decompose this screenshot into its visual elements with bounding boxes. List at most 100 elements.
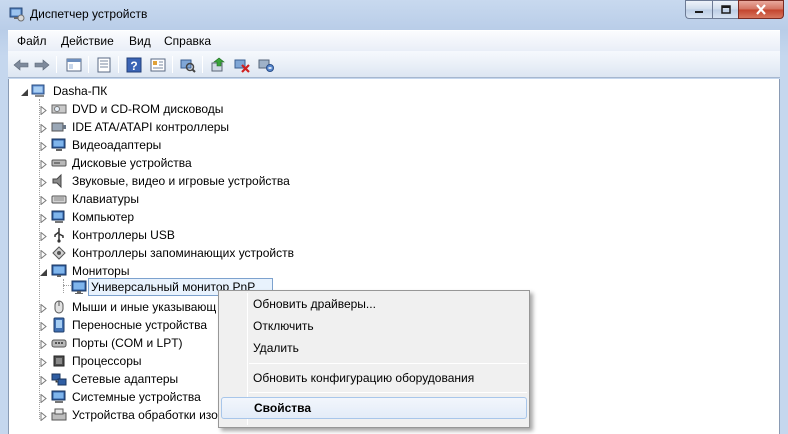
- scan-hardware-icon[interactable]: [178, 55, 197, 74]
- console-tree-icon[interactable]: [64, 55, 83, 74]
- ide-controller-icon: [51, 119, 67, 135]
- toolbar-separator: [56, 56, 57, 73]
- expand-arrow-icon[interactable]: [39, 158, 48, 170]
- tree-category-row[interactable]: DVD и CD-ROM дисководы: [9, 100, 309, 118]
- imaging-device-icon: [51, 407, 67, 423]
- tree-category-label: DVD и CD-ROM дисководы: [72, 102, 224, 116]
- tree-category-label: Сетевые адаптеры: [72, 372, 179, 386]
- tree-category-label: IDE ATA/ATAPI контроллеры: [72, 120, 230, 134]
- menu-bar: Файл Действие Вид Справка: [8, 30, 780, 51]
- computer-icon: [51, 209, 67, 225]
- expand-arrow-icon[interactable]: [39, 104, 48, 116]
- tree-category-row[interactable]: Контроллеры запоминающих устройств: [9, 244, 309, 262]
- speaker-icon: [51, 173, 67, 189]
- usb-icon: [51, 227, 67, 243]
- port-icon: [51, 335, 67, 351]
- system-device-icon: [51, 389, 67, 405]
- menu-item-label: Обновить конфигурацию оборудования: [253, 371, 475, 385]
- caption-buttons: [685, 0, 784, 19]
- tree-category-label: Компьютер: [72, 210, 135, 224]
- menu-item-label: Удалить: [253, 341, 299, 355]
- tree-category-label: Видеоадаптеры: [72, 138, 162, 152]
- properties-icon[interactable]: [94, 55, 113, 74]
- tree-category-label: Мониторы: [72, 264, 130, 278]
- back-arrow-icon[interactable]: [11, 55, 30, 74]
- tree-category-label: Порты (COM и LPT): [72, 336, 183, 350]
- menu-file[interactable]: Файл: [17, 34, 47, 48]
- device-manager-icon: [9, 6, 25, 22]
- tree-category-label: Мыши и иные указывающ: [72, 300, 217, 314]
- expand-arrow-icon[interactable]: [39, 320, 48, 332]
- menu-action[interactable]: Действие: [61, 34, 114, 48]
- svg-text:?: ?: [130, 59, 137, 73]
- menu-help[interactable]: Справка: [164, 34, 211, 48]
- menu-item-update-drivers[interactable]: Обновить драйверы...: [221, 293, 527, 315]
- menu-separator: [249, 363, 527, 364]
- expand-arrow-icon[interactable]: [39, 140, 48, 152]
- tree-category-row[interactable]: Компьютер: [9, 208, 309, 226]
- tree-category-label: Контроллеры запоминающих устройств: [72, 246, 294, 260]
- disk-drive-icon: [51, 155, 67, 171]
- monitor-icon: [51, 263, 67, 279]
- menu-item-label: Обновить драйверы...: [253, 297, 376, 311]
- menu-item-properties[interactable]: Свойства: [221, 397, 527, 419]
- expand-arrow-icon[interactable]: [39, 212, 48, 224]
- tree-category-row[interactable]: Контроллеры USB: [9, 226, 309, 244]
- close-button[interactable]: [738, 0, 784, 19]
- tree-category-row[interactable]: Дисковые устройства: [9, 154, 309, 172]
- menu-item-uninstall[interactable]: Удалить: [221, 337, 527, 359]
- menu-item-label: Отключить: [253, 319, 314, 333]
- tree-category-label: Устройства обработки изо: [72, 408, 218, 422]
- mouse-icon: [51, 299, 67, 315]
- expand-arrow-icon[interactable]: [39, 374, 48, 386]
- tree-category-label: Процессоры: [72, 354, 142, 368]
- computer-icon: [31, 83, 47, 99]
- tree-root-label: Dasha-ПК: [53, 84, 108, 98]
- minimize-button[interactable]: [685, 0, 712, 19]
- menu-view[interactable]: Вид: [129, 34, 151, 48]
- tree-category-row[interactable]: Звуковые, видео и игровые устройства: [9, 172, 309, 190]
- window-title: Диспетчер устройств: [30, 7, 148, 21]
- expand-arrow-icon[interactable]: [39, 248, 48, 260]
- expand-arrow-icon[interactable]: [39, 230, 48, 242]
- tree-root[interactable]: Dasha-ПК: [9, 82, 309, 100]
- expand-arrow-icon[interactable]: [39, 194, 48, 206]
- expand-arrow-icon[interactable]: [39, 410, 48, 422]
- tree-category-row[interactable]: Видеоадаптеры: [9, 136, 309, 154]
- expand-arrow-icon[interactable]: [39, 338, 48, 350]
- toolbar-separator: [118, 56, 119, 73]
- menu-item-label: Свойства: [254, 401, 312, 415]
- maximize-button[interactable]: [712, 0, 738, 19]
- menu-item-scan-hardware[interactable]: Обновить конфигурацию оборудования: [221, 367, 527, 389]
- display-adapter-icon: [51, 137, 67, 153]
- help-icon[interactable]: ?: [124, 55, 143, 74]
- forward-arrow-icon[interactable]: [32, 55, 51, 74]
- menu-item-disable[interactable]: Отключить: [221, 315, 527, 337]
- expand-arrow-icon[interactable]: [39, 122, 48, 134]
- tree-category-label: Системные устройства: [72, 390, 201, 404]
- dvd-drive-icon: [51, 101, 67, 117]
- disable-device-icon[interactable]: [232, 55, 251, 74]
- portable-device-icon: [51, 317, 67, 333]
- title-bar[interactable]: Диспетчер устройств: [0, 0, 788, 28]
- collapse-arrow-icon[interactable]: [20, 86, 29, 96]
- keyboard-icon: [51, 191, 67, 207]
- expand-arrow-icon[interactable]: [39, 302, 48, 314]
- view-icon[interactable]: [148, 55, 167, 74]
- update-driver-icon[interactable]: [208, 55, 227, 74]
- tree-category-label: Звуковые, видео и игровые устройства: [72, 174, 290, 188]
- expand-arrow-icon[interactable]: [39, 356, 48, 368]
- tree-category-row[interactable]: Клавиатуры: [9, 190, 309, 208]
- device-manager-window: Диспетчер устройств Файл Действие Вид Сп…: [0, 0, 788, 434]
- expand-arrow-icon[interactable]: [39, 176, 48, 188]
- expand-arrow-icon[interactable]: [39, 392, 48, 404]
- toolbar-separator: [88, 56, 89, 73]
- toolbar-separator: [172, 56, 173, 73]
- uninstall-device-icon[interactable]: [256, 55, 275, 74]
- processor-icon: [51, 353, 67, 369]
- tree-category-label: Клавиатуры: [72, 192, 139, 206]
- monitor-icon: [71, 279, 87, 295]
- collapse-arrow-icon[interactable]: [39, 266, 48, 276]
- menu-separator: [249, 392, 527, 393]
- tree-category-row[interactable]: IDE ATA/ATAPI контроллеры: [9, 118, 309, 136]
